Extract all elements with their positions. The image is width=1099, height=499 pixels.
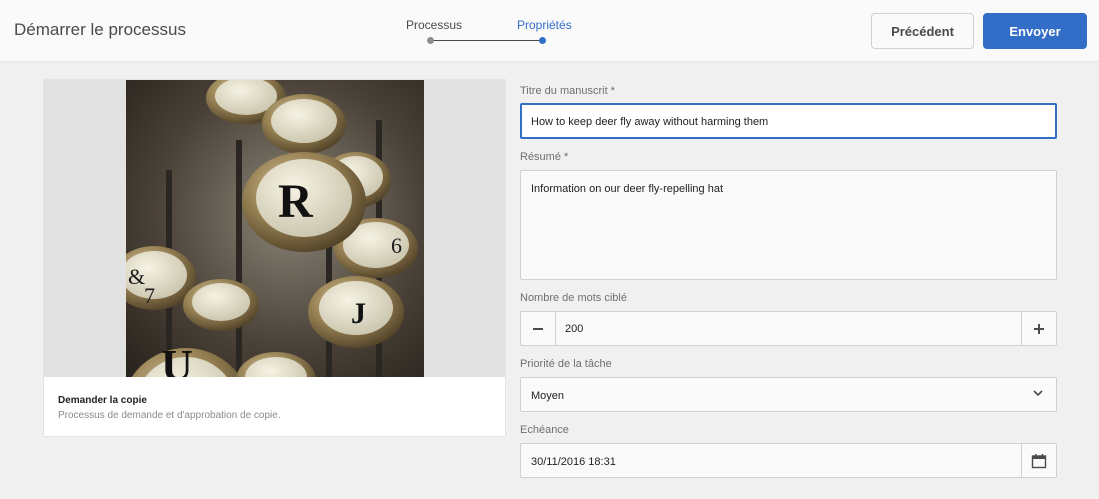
- svg-text:6: 6: [391, 233, 402, 258]
- calendar-button[interactable]: [1021, 444, 1056, 477]
- step-processus-dot[interactable]: [427, 37, 434, 44]
- word-count-label: Nombre de mots ciblé: [520, 292, 627, 304]
- previous-button[interactable]: Précédent: [871, 13, 974, 49]
- manuscript-title-value: How to keep deer fly away without harmin…: [531, 116, 769, 128]
- task-priority-label: Priorité de la tâche: [520, 358, 612, 370]
- manuscript-title-input[interactable]: How to keep deer fly away without harmin…: [520, 103, 1057, 139]
- chevron-down-icon: [1033, 390, 1043, 397]
- svg-text:7: 7: [144, 283, 155, 308]
- card-description: Processus de demande et d'approbation de…: [58, 410, 281, 421]
- task-priority-select[interactable]: Moyen: [520, 377, 1057, 412]
- minus-icon: [533, 327, 543, 330]
- summary-label: Résumé *: [520, 151, 569, 163]
- step-proprietes-dot: [539, 37, 546, 44]
- due-date-label: Echéance: [520, 424, 569, 436]
- due-date-value: 30/11/2016 18:31: [531, 456, 616, 468]
- card-title: Demander la copie: [58, 395, 147, 406]
- step-processus-label: Processus: [406, 18, 463, 32]
- page-title: Démarrer le processus: [14, 20, 186, 39]
- svg-text:J: J: [351, 297, 366, 330]
- wizard-steps: Processus Propriétés: [400, 16, 580, 52]
- step-connector: [430, 40, 542, 41]
- top-bar: Démarrer le processus Processus Propriét…: [0, 0, 1099, 62]
- card-image-area: 6 & 7 R J U: [44, 80, 505, 377]
- increment-button[interactable]: [1021, 312, 1056, 345]
- word-count-value: 200: [565, 323, 584, 335]
- manuscript-title-label: Titre du manuscrit *: [520, 85, 615, 97]
- due-date-input[interactable]: 30/11/2016 18:31: [520, 443, 1057, 478]
- typewriter-keys-image: 6 & 7 R J U: [126, 80, 424, 377]
- workflow-card[interactable]: 6 & 7 R J U Demander la copie Processus …: [43, 79, 506, 437]
- summary-textarea[interactable]: Information on our deer fly-repelling ha…: [520, 170, 1057, 280]
- step-proprietes-label: Propriétés: [517, 18, 572, 32]
- decrement-button[interactable]: [521, 312, 556, 345]
- word-count-stepper[interactable]: 200: [520, 311, 1057, 346]
- svg-text:U: U: [161, 341, 193, 377]
- task-priority-value: Moyen: [531, 390, 565, 402]
- svg-text:&: &: [128, 264, 145, 289]
- calendar-icon: [1031, 453, 1047, 468]
- plus-icon: [1034, 323, 1044, 334]
- svg-text:R: R: [278, 175, 314, 228]
- submit-button[interactable]: Envoyer: [983, 13, 1087, 49]
- summary-value: Information on our deer fly-repelling ha…: [531, 183, 723, 195]
